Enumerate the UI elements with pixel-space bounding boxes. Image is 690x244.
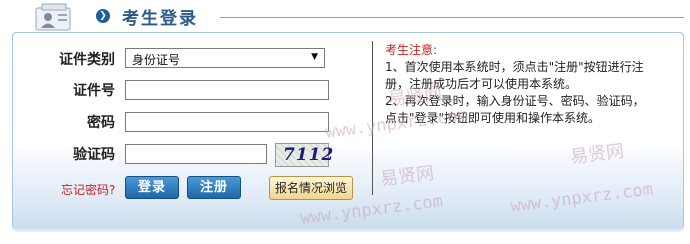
panel-bottom-edge xyxy=(12,226,684,232)
circle-arrow-icon: ❯ xyxy=(96,9,110,23)
notice-line: 2、再次登录时，输入身份证号、密码、验证码， xyxy=(385,94,645,108)
notice-title: 考生注意: xyxy=(385,43,438,57)
notice-box: 考生注意: 1、首次使用本系统时，须点击"注册"按钮进行注 册，注册成功后才可以… xyxy=(385,42,675,127)
page-title: 考生登录 xyxy=(122,9,198,29)
vertical-divider xyxy=(372,41,373,195)
browse-registration-button[interactable]: 报名情况浏览 xyxy=(269,176,353,200)
password-input[interactable] xyxy=(125,112,329,132)
user-icon xyxy=(35,3,71,31)
id-type-selected-value: 身份证号 xyxy=(132,53,181,67)
captcha-image[interactable]: 7112 xyxy=(275,143,333,167)
login-page: ❯ 考生登录 证件类别 身份证号 ▼ 证件号 密码 验证码 7112 忘记密码?… xyxy=(0,0,690,244)
captcha-input[interactable] xyxy=(125,144,267,164)
captcha-code: 7112 xyxy=(283,145,335,165)
notice-line: 册，注册成功后才可以使用本系统。 xyxy=(385,77,578,91)
captcha-label: 验证码 xyxy=(73,147,115,163)
dropdown-arrow-icon[interactable]: ▼ xyxy=(311,52,318,62)
header-divider xyxy=(220,17,684,18)
login-button[interactable]: 登录 xyxy=(125,176,179,199)
password-label: 密码 xyxy=(87,115,115,131)
id-number-input[interactable] xyxy=(125,80,329,100)
login-panel: 证件类别 身份证号 ▼ 证件号 密码 验证码 7112 忘记密码? 登录 注册 … xyxy=(12,32,684,230)
register-button[interactable]: 注册 xyxy=(187,176,241,199)
id-number-label: 证件号 xyxy=(73,83,115,99)
id-type-select[interactable]: 身份证号 ▼ xyxy=(125,48,325,68)
forgot-password-link[interactable]: 忘记密码? xyxy=(61,181,115,198)
header: ❯ 考生登录 xyxy=(12,0,684,32)
id-type-label: 证件类别 xyxy=(59,52,115,68)
notice-line: 点击"登录"按钮即可使用和操作本系统。 xyxy=(385,111,601,125)
notice-line: 1、首次使用本系统时，须点击"注册"按钮进行注 xyxy=(385,60,644,74)
